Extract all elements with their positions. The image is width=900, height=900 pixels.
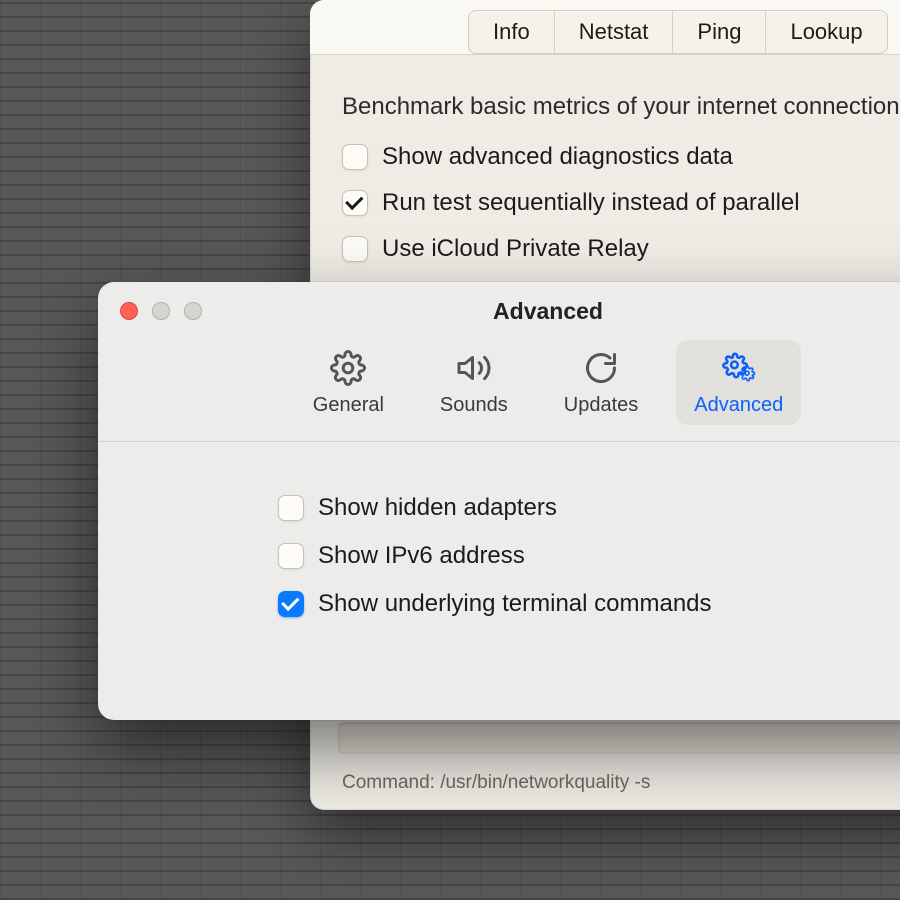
speaker-icon [456,350,492,386]
window-title: Advanced [493,298,603,325]
option-row: Show advanced diagnostics data [342,143,900,171]
refresh-icon [583,350,619,386]
option-row: Show hidden adapters [278,494,900,522]
zoom-window-button[interactable] [184,302,202,320]
checkbox-label: Show underlying terminal commands [318,590,712,618]
option-row: Run test sequentially instead of paralle… [342,189,900,217]
preferences-toolbar: General Sounds Updates Advanced [98,340,900,442]
preferences-window: Advanced General Sounds Updates [98,282,900,720]
tab-netstat[interactable]: Netstat [555,11,674,53]
checkbox-label: Show IPv6 address [318,542,525,570]
checkbox-show-hidden-adapters[interactable] [278,495,304,521]
toolbar-label: Advanced [694,394,783,417]
tab-label: Netstat [579,19,649,44]
tab-label: Ping [697,19,741,44]
tab-ping[interactable]: Ping [673,11,766,53]
toolbar-label: Sounds [440,394,508,417]
back-window-tabs: Info Netstat Ping Lookup [468,10,888,54]
toolbar-label: Updates [564,394,639,417]
command-display: Command: /usr/bin/networkquality -s [342,772,650,794]
gear-icon [330,350,366,386]
checkbox-icloud-private-relay[interactable] [342,236,368,262]
checkbox-label: Show advanced diagnostics data [382,143,733,171]
back-window-body: Benchmark basic metrics of your internet… [310,55,900,263]
toolbar-label: General [313,394,384,417]
checkbox-show-advanced-diagnostics[interactable] [342,144,368,170]
output-area [338,722,900,754]
window-controls [120,302,202,320]
minimize-window-button[interactable] [152,302,170,320]
checkbox-show-ipv6[interactable] [278,543,304,569]
option-row: Use iCloud Private Relay [342,235,900,263]
command-value: /usr/bin/networkquality -s [440,772,650,793]
option-row: Show underlying terminal commands [278,590,900,618]
tab-info[interactable]: Info [469,11,555,53]
option-row: Show IPv6 address [278,542,900,570]
tab-lookup[interactable]: Lookup [766,11,886,53]
toolbar-advanced[interactable]: Advanced [676,340,801,425]
checkbox-show-terminal-commands[interactable] [278,591,304,617]
double-gear-icon [719,350,759,386]
checkbox-label: Use iCloud Private Relay [382,235,649,263]
close-window-button[interactable] [120,302,138,320]
titlebar: Advanced [98,282,900,340]
tab-label: Lookup [790,19,862,44]
section-heading: Benchmark basic metrics of your internet… [342,93,900,121]
checkbox-run-sequentially[interactable] [342,190,368,216]
toolbar-updates[interactable]: Updates [546,340,657,425]
checkbox-label: Run test sequentially instead of paralle… [382,189,800,217]
toolbar-sounds[interactable]: Sounds [422,340,526,425]
tab-label: Info [493,19,530,44]
checkbox-label: Show hidden adapters [318,494,557,522]
preferences-body: Show hidden adapters Show IPv6 address S… [98,442,900,618]
command-prefix: Command: [342,772,440,793]
toolbar-general[interactable]: General [295,340,402,425]
